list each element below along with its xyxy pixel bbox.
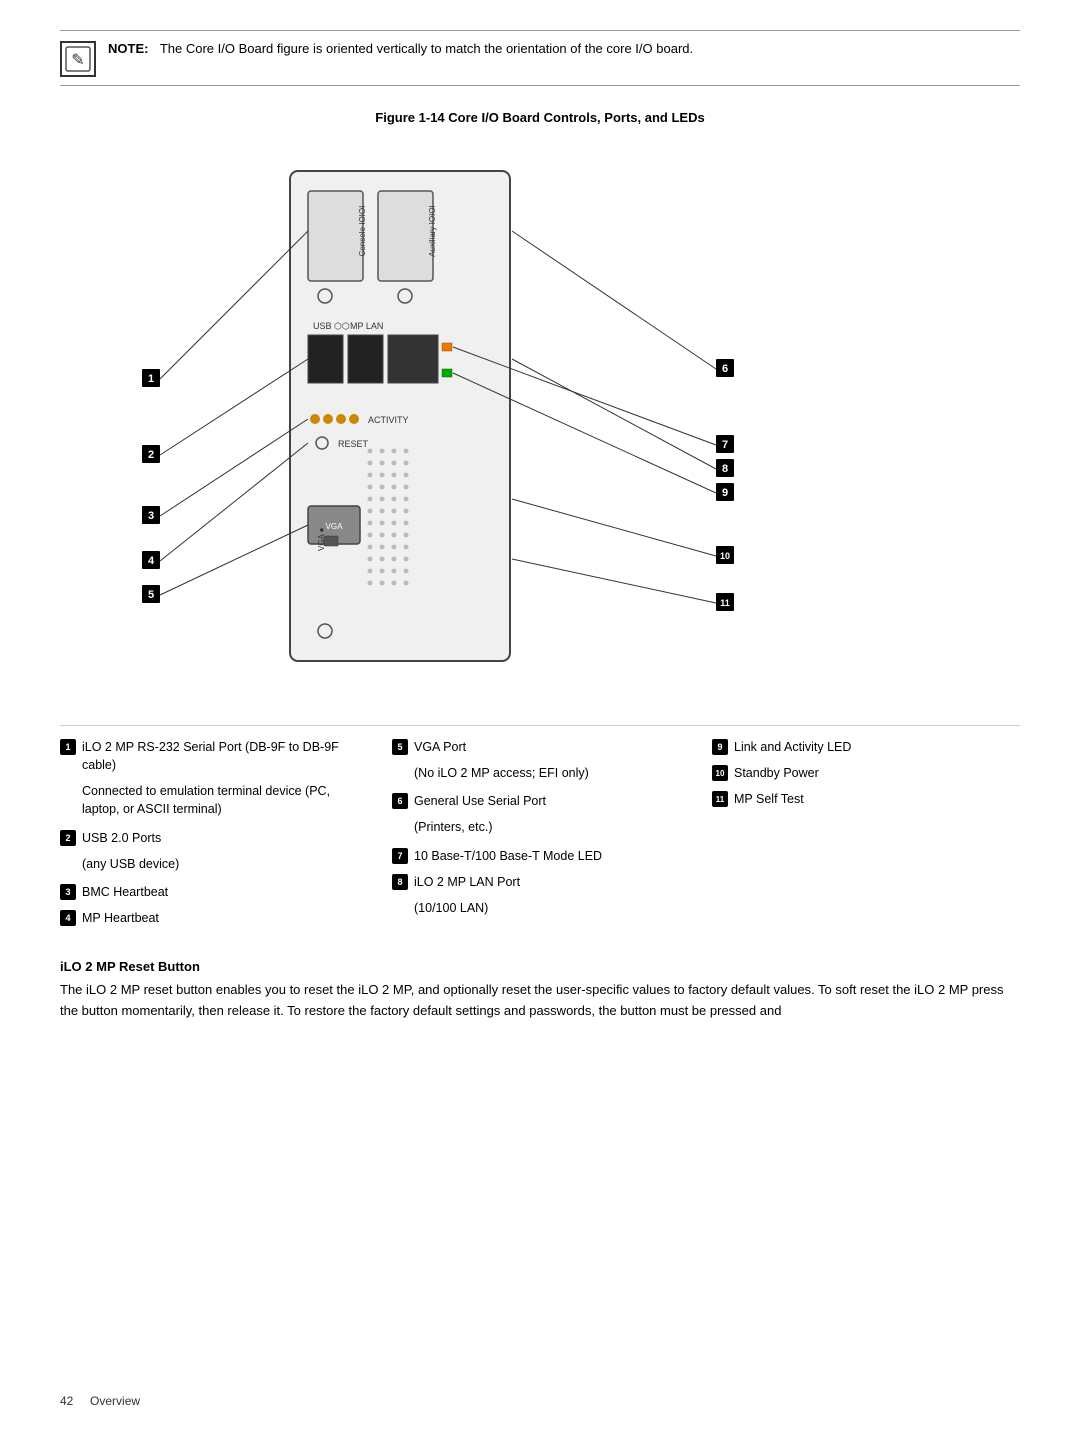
page-footer: 42 Overview [60,1394,140,1408]
svg-text:Auxiliary IOIOI: Auxiliary IOIOI [428,205,437,257]
svg-text:4: 4 [148,555,155,567]
desc-text-11: MP Self Test [734,790,804,808]
svg-text:9: 9 [722,487,728,499]
desc-num-1: 1 [60,739,76,755]
desc-text-6: General Use Serial Port [414,792,546,810]
svg-text:5: 5 [148,589,154,601]
desc-item-1: 1 iLO 2 MP RS-232 Serial Port (DB-9F to … [60,738,368,774]
desc-col-1: 1 iLO 2 MP RS-232 Serial Port (DB-9F to … [60,738,380,935]
svg-text:10: 10 [720,551,730,561]
desc-num-2: 2 [60,830,76,846]
desc-sub-6: (Printers, etc.) [392,818,688,836]
footer-section: Overview [90,1394,140,1408]
page-number: 42 [60,1394,73,1408]
desc-item-3: 3 BMC Heartbeat [60,883,368,901]
svg-text:Console IOIOI: Console IOIOI [358,206,367,257]
svg-text:✎: ✎ [71,52,84,69]
svg-text:USB ⬡⬡: USB ⬡⬡ [313,321,350,331]
desc-sub-2: (any USB device) [60,855,368,873]
desc-text-10: Standby Power [734,764,819,782]
svg-text:2: 2 [148,449,154,461]
desc-text-3: BMC Heartbeat [82,883,168,901]
desc-num-10: 10 [712,765,728,781]
desc-text-2: USB 2.0 Ports [82,829,161,847]
note-section: ✎ NOTE: The Core I/O Board figure is ori… [60,30,1020,86]
desc-text-7: 10 Base-T/100 Base-T Mode LED [414,847,602,865]
note-text: NOTE: The Core I/O Board figure is orien… [108,39,1020,59]
descriptions-table: 1 iLO 2 MP RS-232 Serial Port (DB-9F to … [60,725,1020,935]
svg-text:ACTIVITY: ACTIVITY [368,415,409,425]
svg-text:MP LAN: MP LAN [350,321,383,331]
desc-item-8: 8 iLO 2 MP LAN Port [392,873,688,891]
svg-text:3: 3 [148,510,154,522]
desc-item-6: 6 General Use Serial Port [392,792,688,810]
svg-text:8: 8 [722,463,728,475]
diagram-container: Console IOIOI Auxiliary IOIOI USB ⬡⬡ MP … [60,141,1020,701]
svg-text:7: 7 [722,439,728,451]
figure-title: Figure 1-14 Core I/O Board Controls, Por… [60,110,1020,125]
desc-num-4: 4 [60,910,76,926]
reset-title: iLO 2 MP Reset Button [60,959,1020,974]
desc-num-8: 8 [392,874,408,890]
desc-item-7: 7 10 Base-T/100 Base-T Mode LED [392,847,688,865]
desc-num-7: 7 [392,848,408,864]
svg-text:1: 1 [148,373,154,385]
desc-col-2: 5 VGA Port (No iLO 2 MP access; EFI only… [380,738,700,935]
desc-sub-8: (10/100 LAN) [392,899,688,917]
svg-text:VGA ●: VGA ● [317,527,326,551]
desc-sub-1: Connected to emulation terminal device (… [60,782,368,818]
desc-num-9: 9 [712,739,728,755]
desc-item-11: 11 MP Self Test [712,790,1008,808]
desc-num-11: 11 [712,791,728,807]
note-icon: ✎ [60,41,96,77]
desc-item-4: 4 MP Heartbeat [60,909,368,927]
svg-text:6: 6 [722,363,728,375]
note-body: The Core I/O Board figure is oriented ve… [160,41,693,56]
desc-num-6: 6 [392,793,408,809]
desc-num-5: 5 [392,739,408,755]
desc-item-10: 10 Standby Power [712,764,1008,782]
desc-col-3: 9 Link and Activity LED 10 Standby Power… [700,738,1020,935]
desc-item-9: 9 Link and Activity LED [712,738,1008,756]
desc-num-3: 3 [60,884,76,900]
board-diagram: Console IOIOI Auxiliary IOIOI USB ⬡⬡ MP … [60,141,1020,701]
desc-text-8: iLO 2 MP LAN Port [414,873,520,891]
desc-text-4: MP Heartbeat [82,909,159,927]
desc-text-5: VGA Port [414,738,466,756]
reset-section: iLO 2 MP Reset Button The iLO 2 MP reset… [60,959,1020,1022]
svg-text:11: 11 [720,598,730,608]
svg-text:VGA: VGA [326,522,344,531]
desc-text-1: iLO 2 MP RS-232 Serial Port (DB-9F to DB… [82,738,368,774]
desc-item-5: 5 VGA Port [392,738,688,756]
desc-sub-5: (No iLO 2 MP access; EFI only) [392,764,688,782]
svg-text:RESET: RESET [338,439,369,449]
reset-body: The iLO 2 MP reset button enables you to… [60,980,1020,1022]
desc-text-9: Link and Activity LED [734,738,851,756]
note-label: NOTE: [108,41,148,56]
desc-item-2: 2 USB 2.0 Ports [60,829,368,847]
